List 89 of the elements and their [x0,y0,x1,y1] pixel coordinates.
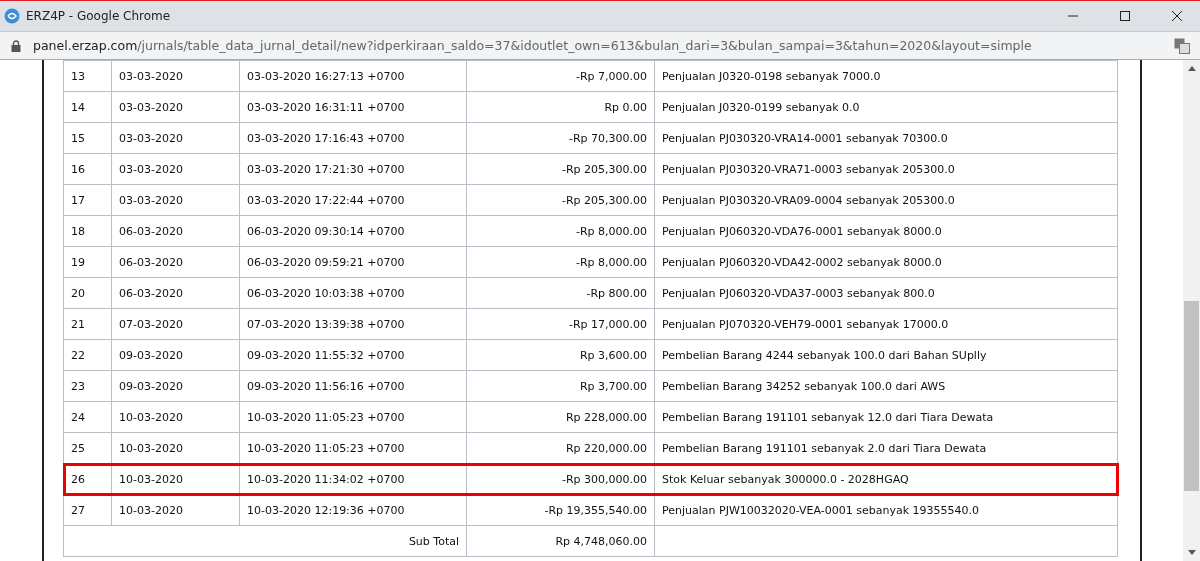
table-cell: 19 [71,255,85,269]
table-cell: Rp 3,600.00 [579,348,647,362]
table-cell: -Rp 300,000.00 [561,472,647,486]
table-cell: 06-03-2020 10:03:38 +0700 [247,286,405,300]
table-cell: 21 [71,317,85,331]
table-cell: 18 [71,224,85,238]
table-cell: 10-03-2020 11:05:23 +0700 [247,441,405,455]
subtotal-label: Sub Total [408,534,459,548]
table-cell: 03-03-2020 [119,131,183,145]
table-cell: -Rp 205,300.00 [561,162,647,176]
table-cell: 03-03-2020 [119,193,183,207]
table-cell: -Rp 70,300.00 [568,131,647,145]
table-cell: Penjualan J0320-0198 sebanyak 7000.0 [662,69,881,83]
table-cell: Penjualan PJ030320-VRA14-0001 sebanyak 70300.0 [662,131,948,145]
translate-icon[interactable] [1174,37,1190,54]
table-cell: 03-03-2020 17:21:30 +0700 [247,162,405,176]
table-cell: 25 [71,441,85,455]
table-cell: -Rp 8,000.00 [575,224,647,238]
table-cell: Penjualan PJ030320-VRA71-0003 sebanyak 205300.0 [662,162,955,176]
table-cell: 06-03-2020 09:59:21 +0700 [247,255,405,269]
table-cell: 13 [71,69,85,83]
table-cell: 14 [71,100,85,114]
table-cell: Rp 3,700.00 [579,379,647,393]
table-cell: 06-03-2020 [119,224,183,238]
table-cell: Rp 220,000.00 [565,441,647,455]
table-cell: -Rp 205,300.00 [561,193,647,207]
table-cell: 10-03-2020 11:34:02 +0700 [247,472,405,486]
table-cell: 10-03-2020 [119,410,183,424]
table-cell: 03-03-2020 17:22:44 +0700 [247,193,405,207]
table-cell: -Rp 17,000.00 [568,317,647,331]
scroll-thumb[interactable] [1184,301,1199,491]
url-text[interactable]: panel.erzap.com/jurnals/table_data_jurnal_detail/new?idperkiraan_saldo=37&idoutlet_own=613&bulan_dari=3&bulan_sampai=3&tahun=2020&layout=simple [33,38,1032,53]
table-cell: 10-03-2020 [119,503,183,517]
table-cell: 22 [71,348,85,362]
table-cell: Pembelian Barang 34252 sebanyak 100.0 dari AWS [662,379,946,393]
table-cell: 03-03-2020 16:27:13 +0700 [247,69,405,83]
table-cell: -Rp 19,355,540.00 [544,503,647,517]
table-cell: Penjualan J0320-0199 sebanyak 0.0 [662,100,860,114]
table-cell: Stok Keluar sebanyak 300000.0 - 2028HGAQ [662,472,909,486]
table-cell: 09-03-2020 [119,348,183,362]
table-cell: 03-03-2020 [119,69,183,83]
table-cell: 03-03-2020 [119,162,183,176]
table-cell: 26 [71,472,85,486]
table-cell: 17 [71,193,85,207]
table-cell: 09-03-2020 11:56:16 +0700 [247,379,405,393]
table-cell: 23 [71,379,85,393]
window-title: ERZ4P - Google Chrome [26,9,171,23]
table-cell: 09-03-2020 11:55:32 +0700 [247,348,405,362]
table-cell: 03-03-2020 [119,100,183,114]
table-cell: 10-03-2020 [119,441,183,455]
app-logo-icon [4,8,20,24]
table-cell: Pembelian Barang 4244 sebanyak 100.0 dari Bahan SUplly [662,348,987,362]
table-cell: Pembelian Barang 191101 sebanyak 12.0 dari Tiara Dewata [662,410,994,424]
scroll-down-icon[interactable] [1187,550,1196,555]
table-cell: Penjualan PJ030320-VRA09-0004 sebanyak 205300.0 [662,193,955,207]
scroll-up-icon[interactable] [1187,66,1196,71]
table-cell: 06-03-2020 [119,255,183,269]
table-cell: 07-03-2020 [119,317,183,331]
table-cell: 20 [71,286,85,300]
table-cell: 06-03-2020 09:30:14 +0700 [247,224,405,238]
maximize-icon[interactable] [1119,10,1131,22]
table-cell: Rp 0.00 [604,100,647,114]
table-cell: 27 [71,503,85,517]
table-cell: -Rp 7,000.00 [575,69,647,83]
table-cell: 07-03-2020 13:39:38 +0700 [247,317,405,331]
lock-icon [11,39,21,52]
table-cell: Pembelian Barang 191101 sebanyak 2.0 dari Tiara Dewata [662,441,987,455]
table-cell: 03-03-2020 17:16:43 +0700 [247,131,405,145]
table-cell: 09-03-2020 [119,379,183,393]
close-icon[interactable] [1171,10,1183,22]
table-cell: 10-03-2020 [119,472,183,486]
table-cell: 15 [71,131,85,145]
table-cell: -Rp 8,000.00 [575,255,647,269]
table-cell: Rp 228,000.00 [565,410,647,424]
address-bar[interactable]: panel.erzap.com/jurnals/table_data_jurnal_detail/new?idperkiraan_saldo=37&idoutlet_own=613&bulan_dari=3&bulan_sampai=3&tahun=2020&layout=simple [0,31,1200,60]
table-cell: 06-03-2020 [119,286,183,300]
scrollbar[interactable] [1183,60,1200,561]
table-cell: 03-03-2020 16:31:11 +0700 [247,100,405,114]
table-cell: Penjualan PJ070320-VEH79-0001 sebanyak 17000.0 [662,317,949,331]
table-cell: 10-03-2020 11:05:23 +0700 [247,410,405,424]
table-cell: Penjualan PJ060320-VDA76-0001 sebanyak 8000.0 [662,224,942,238]
subtotal-amount: Rp 4,748,060.00 [555,534,647,548]
table-cell: -Rp 800.00 [586,286,647,300]
table-cell: Penjualan PJ060320-VDA37-0003 sebanyak 800.0 [662,286,935,300]
table-cell: Penjualan PJW10032020-VEA-0001 sebanyak 19355540.0 [662,503,980,517]
table-cell: 16 [71,162,85,176]
table-cell: 10-03-2020 12:19:36 +0700 [247,503,405,517]
table-cell: 24 [71,410,85,424]
table-cell: Penjualan PJ060320-VDA42-0002 sebanyak 8000.0 [662,255,942,269]
